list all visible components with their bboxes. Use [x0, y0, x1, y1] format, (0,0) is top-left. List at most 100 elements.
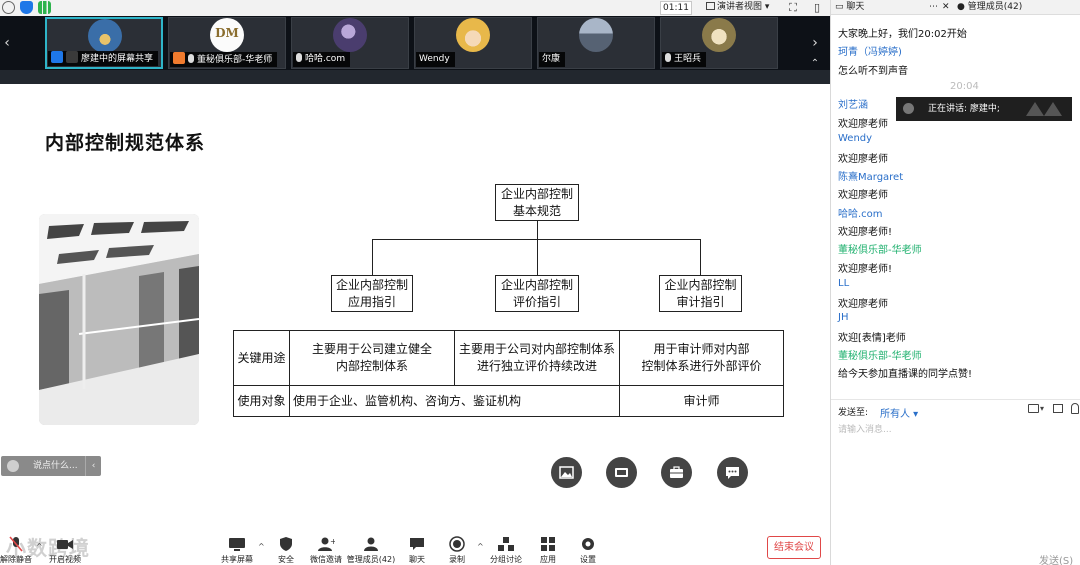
video-strip: ‹ 廖建中的屏幕共享 DM 董秘俱乐部-华老师 哈哈.com Wendy 尔康 … [0, 16, 830, 70]
chat-message-text: 欢迎廖老师 [838, 119, 888, 130]
view-mode-selector[interactable]: 演讲者视图 ▾ [706, 1, 778, 15]
comment-button[interactable] [717, 457, 748, 488]
folder-icon[interactable] [1028, 404, 1039, 413]
chat-sender-name[interactable]: 董秘俱乐部-华老师 [838, 241, 922, 256]
chat-message-text: 大家晚上好，我们20:02开始 [838, 29, 967, 40]
user-icon [173, 52, 185, 64]
say-something-input[interactable]: 说点什么... ‹ [1, 456, 101, 476]
signal-icon[interactable] [38, 1, 51, 14]
members-icon [364, 537, 378, 551]
chat-message-text: 欢迎廖老师! [838, 264, 893, 275]
avatar: DM [210, 18, 244, 52]
audio-level-icon [1026, 102, 1062, 116]
table-cell: 关键用途 [233, 330, 290, 386]
chat-sender-name[interactable]: Wendy [838, 133, 872, 144]
tab-members[interactable]: ● 管理成员(42) [957, 1, 1022, 14]
manage-members-button[interactable]: 管理成员(42) [346, 536, 396, 565]
connector-line [537, 221, 538, 239]
image-button[interactable] [551, 457, 582, 488]
video-tile[interactable]: Wendy [414, 17, 532, 69]
chat-message-text: 欢迎廖老师 [838, 299, 888, 310]
screen-button[interactable] [606, 457, 637, 488]
chat-message-text: 怎么听不到声音 [838, 66, 908, 77]
emoji-icon[interactable] [7, 460, 19, 472]
connector-line [372, 239, 373, 275]
speaking-indicator: 正在讲话: 廖建中; [896, 97, 1072, 121]
meeting-toolbar: 小数跨境 解除静音 ^ 开启视频 共享屏幕 ^ 安全 + 微信邀请 管理成员(4… [0, 524, 830, 565]
send-to-label: 发送至: [838, 408, 869, 418]
mic-icon [665, 53, 671, 62]
architecture-photo [39, 214, 199, 425]
user-icon [51, 51, 63, 63]
speaker-avatar [903, 103, 914, 114]
strip-divider [0, 70, 830, 84]
layout-icon [706, 2, 715, 10]
video-tile[interactable]: 哈哈.com [291, 17, 409, 69]
slide-title: 内部控制规范体系 [45, 132, 206, 154]
members-icon: ● [957, 2, 965, 12]
settings-button[interactable]: 设置 [563, 536, 613, 565]
mic-icon [188, 54, 194, 63]
tab-chat[interactable]: ▭ 聊天 [835, 1, 864, 14]
more-icon[interactable]: ⋯ [929, 1, 938, 14]
end-meeting-button[interactable]: 结束会议 [767, 536, 821, 559]
chat-message-input[interactable]: 请输入消息... [838, 422, 892, 435]
mic-icon [296, 53, 302, 62]
send-to-dropdown[interactable]: 所有人 ▾ [880, 405, 918, 420]
shield-icon[interactable] [20, 1, 33, 14]
send-button[interactable]: 发送(S) [1039, 552, 1073, 565]
sidebar-toggle-icon[interactable]: ▯ [810, 1, 824, 15]
say-something-placeholder: 说点什么... [33, 461, 78, 471]
top-status-bar: 01:11 演讲者视图 ▾ ⛶ ▯ [0, 0, 830, 16]
tile-label: Wendy [416, 52, 455, 67]
chat-message-text: 欢迎廖老师 [838, 190, 888, 201]
avatar [88, 19, 122, 53]
fullscreen-icon[interactable]: ⛶ [786, 1, 800, 15]
table-cell: 主要用于公司建立健全 内部控制体系 [289, 330, 455, 386]
screenshot-icon[interactable] [1053, 404, 1063, 413]
user-icon[interactable] [1071, 403, 1079, 414]
tile-label: 廖建中的屏幕共享 [48, 51, 159, 66]
briefcase-button[interactable] [661, 457, 692, 488]
evaluation-guide-box: 企业内部控制 评价指引 [495, 275, 579, 312]
unmute-button[interactable]: 解除静音 [0, 536, 41, 565]
chat-sender-name[interactable]: 哈哈.com [838, 205, 883, 220]
table-cell: 主要用于公司对内部控制体系 进行独立评价持续改进 [454, 330, 620, 386]
chat-sender-name[interactable]: LL [838, 278, 849, 289]
record-button[interactable]: 录制 [432, 536, 482, 565]
share-screen-button[interactable]: 共享屏幕 [212, 536, 262, 565]
meeting-timer: 01:11 [660, 1, 692, 15]
avatar [333, 18, 367, 52]
monitor-icon [615, 468, 628, 477]
chat-sender-name[interactable]: 珂青（冯婷婷) [838, 43, 902, 58]
chat-message-text: 欢迎[表情]老师 [838, 333, 906, 344]
connector-line [537, 239, 538, 275]
tile-label: 尔康 [539, 52, 566, 67]
chat-icon [410, 538, 424, 550]
svg-text:+: + [330, 537, 335, 546]
chat-panel: ▭ 聊天 ⋯ ✕ ● 管理成员(42) 大家晚上好，我们20:02开始 珂青（冯… [830, 0, 1080, 565]
chevron-up-icon[interactable]: ⌃ [808, 58, 822, 70]
chevron-left-icon[interactable]: ‹ [0, 16, 14, 70]
info-icon[interactable] [2, 1, 15, 14]
video-tile[interactable]: DM 董秘俱乐部-华老师 [168, 17, 286, 69]
video-tile[interactable]: 廖建中的屏幕共享 [45, 17, 163, 69]
chat-sender-name[interactable]: 董秘俱乐部-华老师 [838, 347, 922, 362]
start-video-button[interactable]: 开启视频 [40, 536, 90, 565]
chat-sender-name[interactable]: 陈熹Margaret [838, 168, 903, 183]
apps-icon [541, 537, 555, 551]
close-icon[interactable]: ✕ [942, 1, 950, 14]
table-cell: 审计师 [619, 385, 784, 417]
video-tile[interactable]: 王昭兵 [660, 17, 778, 69]
send-to-row: 发送至: 所有人 ▾ ▾ [831, 399, 1080, 421]
chat-sender-name[interactable]: 刘艺涵 [838, 96, 868, 111]
comparison-table: 关键用途 主要用于公司建立健全 内部控制体系 主要用于公司对内部控制体系 进行独立评… [233, 330, 784, 417]
chat-sender-name[interactable]: JH [838, 312, 848, 323]
table-cell: 使用对象 [233, 385, 290, 417]
wechat-invite-button[interactable]: + 微信邀请 [301, 536, 351, 565]
table-cell: 用于审计师对内部 控制体系进行外部评价 [619, 330, 784, 386]
chevron-down-icon[interactable]: ▾ [1040, 404, 1044, 413]
video-tile[interactable]: 尔康 [537, 17, 655, 69]
chevron-left-icon[interactable]: ‹ [85, 456, 101, 476]
add-user-icon: + [318, 537, 335, 551]
